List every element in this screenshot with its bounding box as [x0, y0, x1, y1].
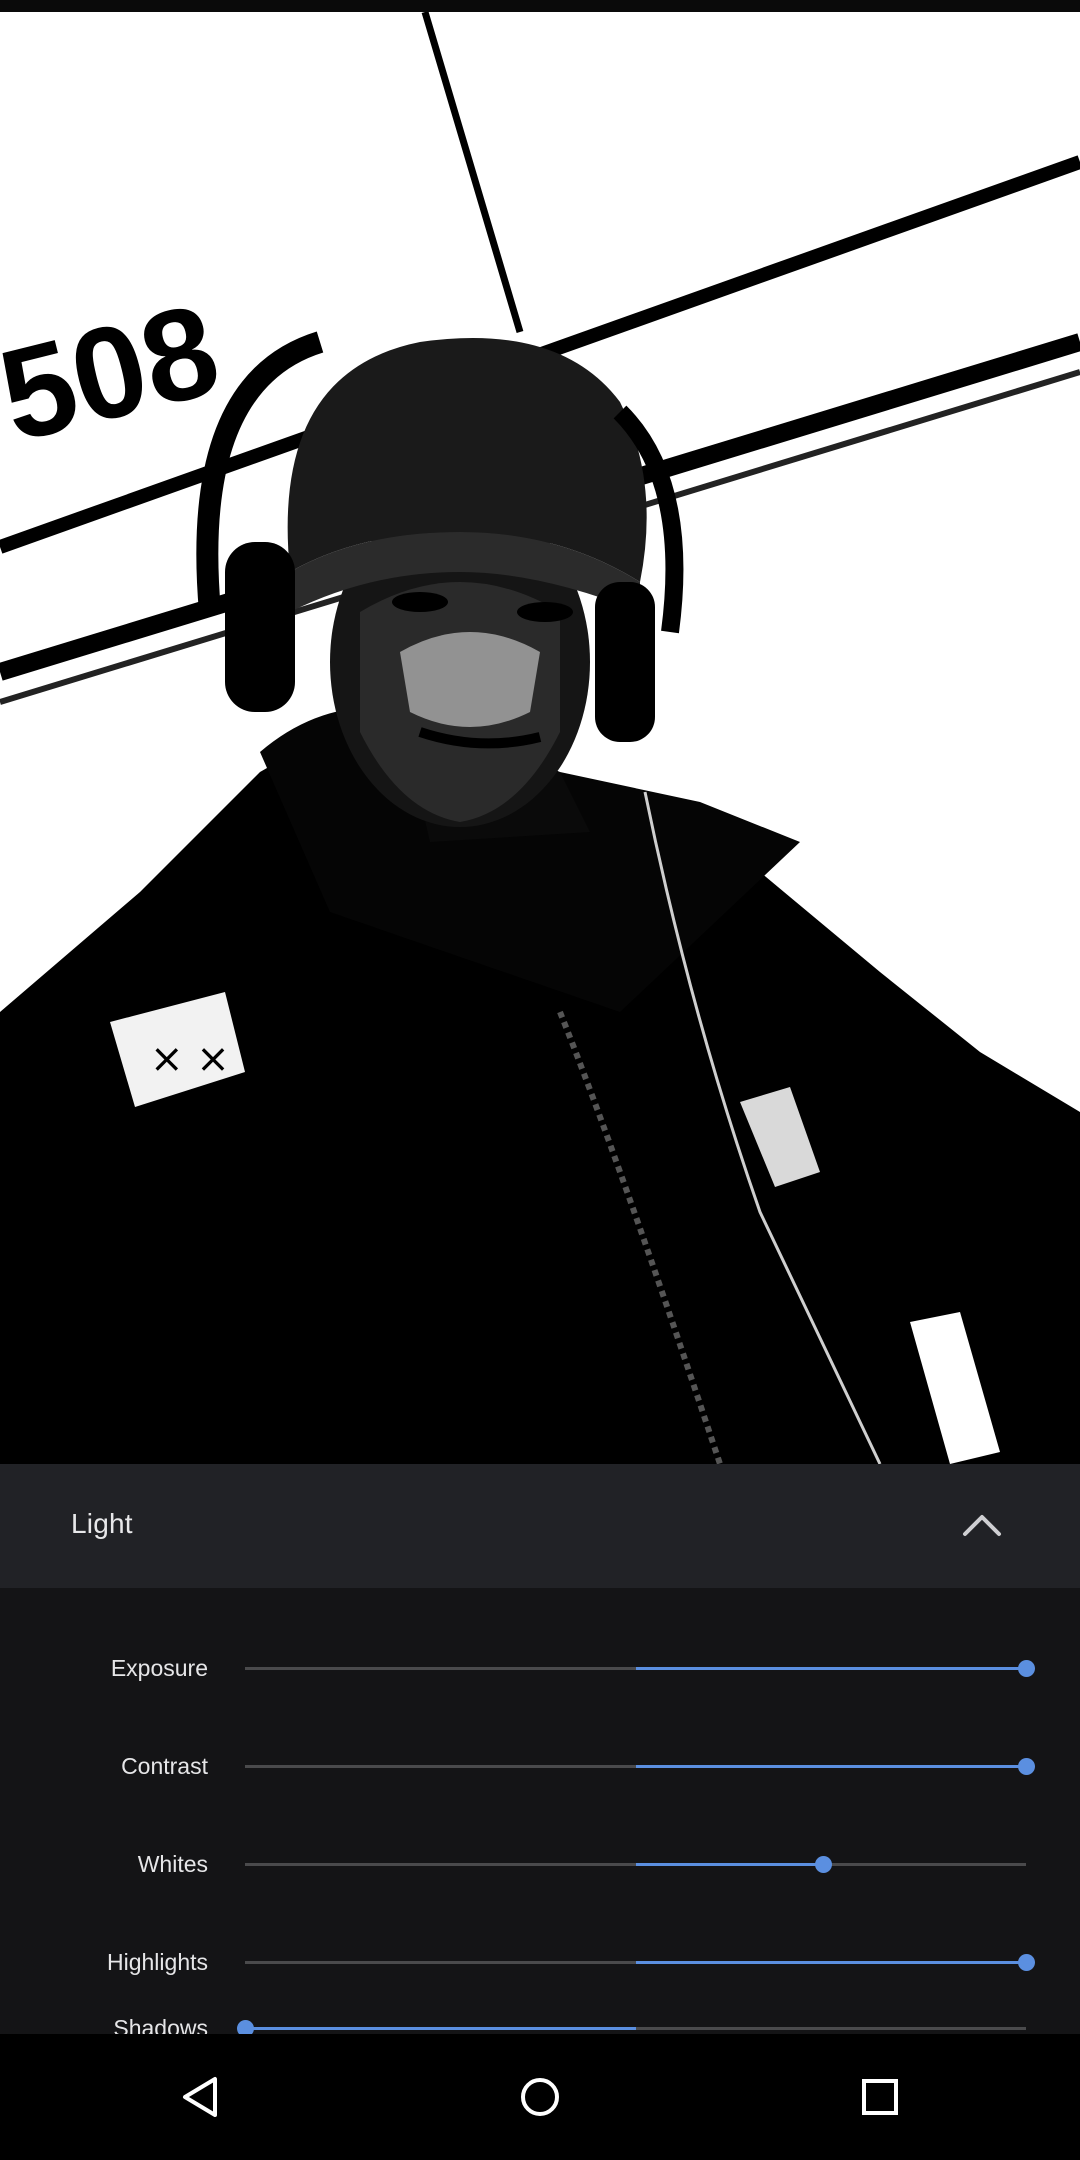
slider-fill — [635, 1765, 1026, 1768]
slider-fill — [635, 1961, 1026, 1964]
slider-label: Whites — [137, 1851, 208, 1877]
slider-fill — [635, 1667, 1026, 1670]
slider-track[interactable] — [245, 1856, 1026, 1873]
slider-track[interactable] — [245, 1660, 1035, 1677]
slider-label: Highlights — [107, 1949, 208, 1975]
photo-preview[interactable]: 508 ⨯ ⨯ — [0, 12, 1080, 1464]
back-triangle-icon — [183, 2077, 217, 2117]
status-bar — [0, 0, 1080, 12]
slider-label: Shadows — [113, 2015, 208, 2034]
slider-fill — [635, 1863, 823, 1866]
slider-label: Contrast — [121, 1753, 208, 1779]
back-button[interactable] — [168, 2064, 234, 2130]
chevron-up-icon — [963, 1515, 1001, 1536]
slider-thumb[interactable] — [1018, 1660, 1035, 1677]
slider-track[interactable] — [245, 1758, 1035, 1775]
recents-button[interactable] — [847, 2064, 913, 2130]
recents-square-icon — [862, 2079, 898, 2115]
slider-thumb[interactable] — [1018, 1758, 1035, 1775]
slider-thumb[interactable] — [814, 1856, 832, 1873]
slider-highlights[interactable]: Highlights — [0, 1932, 1080, 1992]
slider-track[interactable] — [245, 1954, 1035, 1971]
section-title: Light — [71, 1508, 133, 1539]
light-section-header[interactable]: Light — [0, 1464, 1080, 1588]
light-sliders-panel: Exposure Contrast Whites Highlights Shad… — [0, 1588, 1080, 2034]
photo-image: 508 ⨯ ⨯ — [0, 12, 1080, 1464]
slider-contrast[interactable]: Contrast — [0, 1736, 1080, 1796]
slider-track[interactable] — [237, 2020, 1026, 2034]
slider-label: Exposure — [110, 1655, 208, 1681]
collapse-button[interactable] — [950, 1494, 1014, 1558]
navigation-bar — [0, 2034, 1080, 2160]
home-circle-icon — [521, 2078, 559, 2116]
slider-exposure[interactable]: Exposure — [0, 1638, 1080, 1698]
slider-whites[interactable]: Whites — [0, 1834, 1080, 1894]
slider-fill — [245, 2027, 636, 2030]
photo-editor-screen: 508 ⨯ ⨯ Light Exposure Contrast Whites H… — [0, 0, 1080, 2160]
slider-thumb[interactable] — [1018, 1954, 1035, 1971]
home-button[interactable] — [507, 2064, 573, 2130]
slider-thumb[interactable] — [237, 2020, 254, 2034]
svg-text:⨯ ⨯: ⨯ ⨯ — [150, 1036, 230, 1082]
slider-shadows[interactable]: Shadows — [0, 1998, 1080, 2034]
